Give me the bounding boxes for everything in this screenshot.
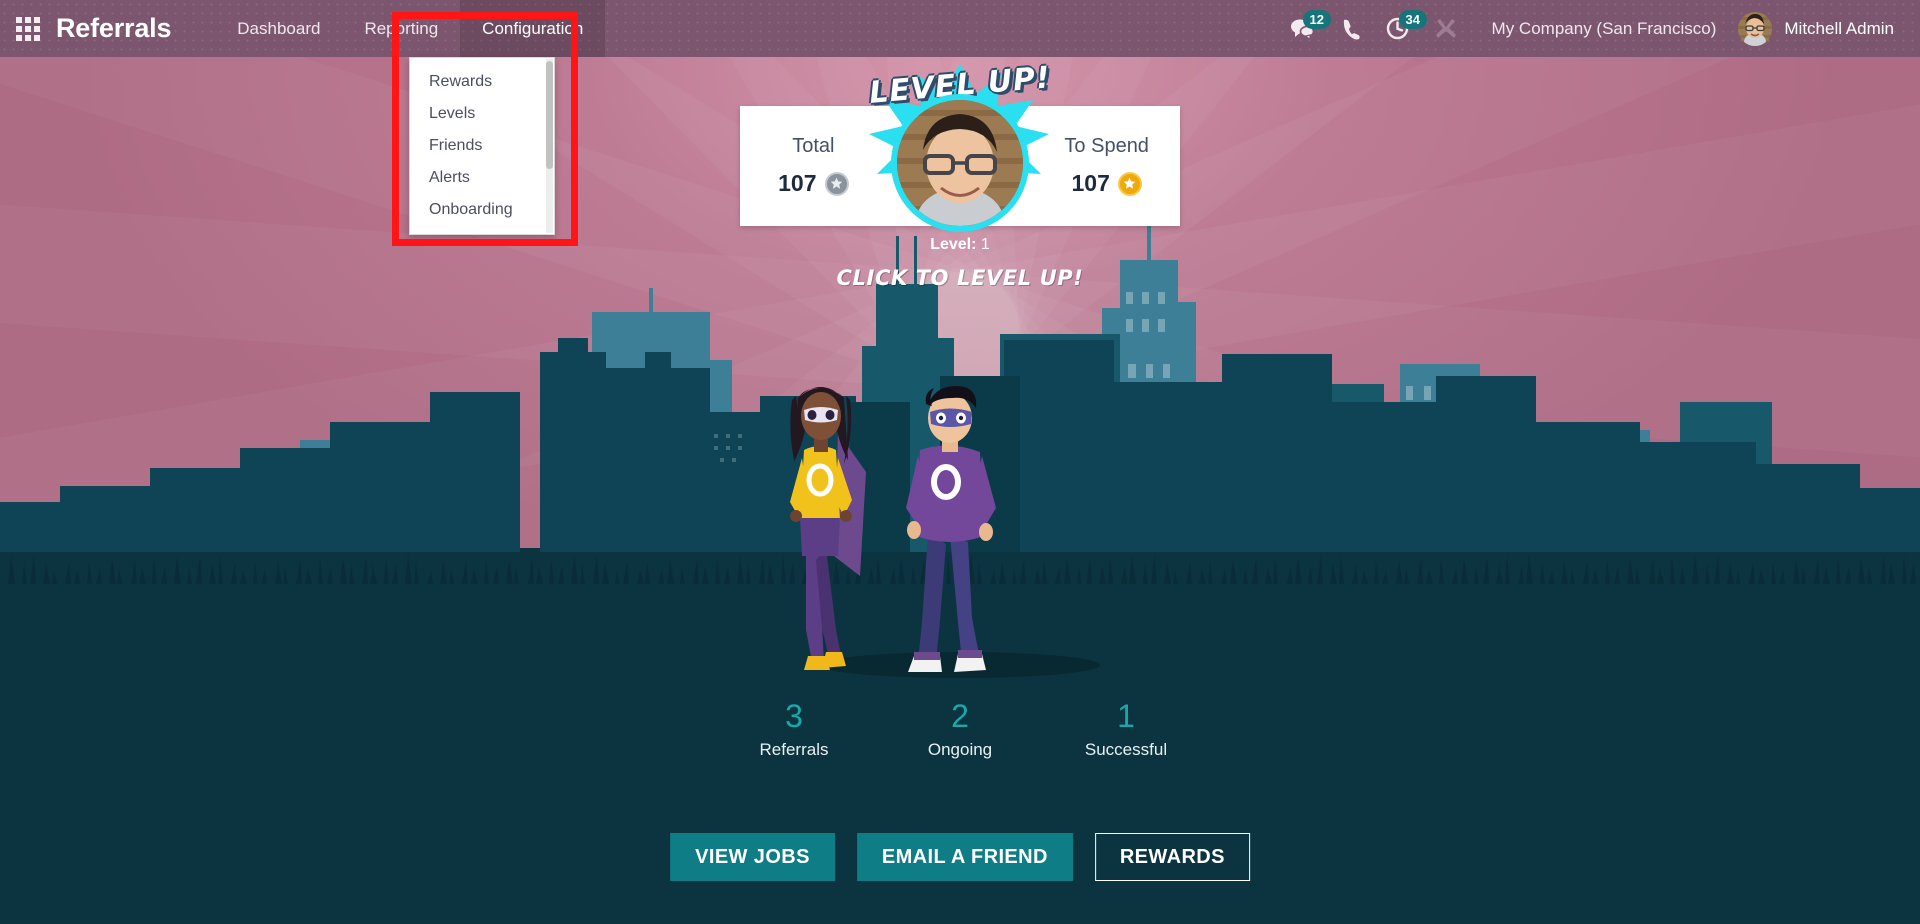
- building: [150, 468, 246, 552]
- avatar: [1738, 11, 1773, 46]
- building: [1850, 488, 1920, 552]
- stat-ongoing-label: Ongoing: [927, 739, 993, 759]
- building: [60, 486, 156, 552]
- nav-item-reporting[interactable]: Reporting: [342, 0, 460, 57]
- menu-item-onboarding[interactable]: Onboarding: [410, 194, 554, 226]
- level-indicator: Level: 1: [930, 236, 990, 254]
- level-prefix: Level:: [930, 236, 977, 253]
- action-buttons: VIEW JOBS EMAIL A FRIEND REWARDS: [670, 833, 1250, 881]
- building: [240, 448, 332, 552]
- view-jobs-button[interactable]: VIEW JOBS: [670, 833, 835, 881]
- stat-ongoing-number: 2: [951, 698, 969, 734]
- stat-successful[interactable]: 1 Successful: [1043, 698, 1209, 760]
- menu-item-friends[interactable]: Friends: [410, 130, 554, 162]
- building: [1636, 442, 1756, 552]
- menu-item-levels[interactable]: Levels: [410, 98, 554, 130]
- building: [1326, 402, 1444, 552]
- apps-grid-icon[interactable]: [0, 0, 56, 57]
- hero-character-female: [760, 380, 880, 670]
- total-value: 107: [778, 170, 817, 196]
- phone-icon[interactable]: [1327, 0, 1373, 57]
- stat-referrals[interactable]: 3 Referrals: [711, 698, 877, 760]
- stat-successful-label: Successful: [1084, 739, 1168, 759]
- building: [700, 412, 760, 552]
- level-value: 1: [980, 236, 990, 253]
- stat-successful-number: 1: [1117, 698, 1135, 734]
- gold-star-coin-icon: [1117, 171, 1142, 196]
- stat-referrals-number: 3: [785, 698, 803, 734]
- click-to-level-up-label[interactable]: CLICK TO LEVEL UP!: [837, 266, 1084, 290]
- building: [1436, 376, 1536, 552]
- building: [1004, 340, 1114, 552]
- top-navbar: Referrals Dashboard Reporting Configurat…: [0, 0, 1920, 57]
- menu-item-alerts[interactable]: Alerts: [410, 162, 554, 194]
- email-a-friend-button[interactable]: EMAIL A FRIEND: [856, 833, 1073, 881]
- building: [606, 352, 710, 552]
- stat-ongoing[interactable]: 2 Ongoing: [877, 698, 1043, 760]
- building: [1222, 354, 1332, 552]
- app-brand-title[interactable]: Referrals: [56, 13, 171, 44]
- stat-referrals-label: Referrals: [759, 739, 829, 759]
- nav-item-configuration[interactable]: Configuration: [460, 0, 606, 57]
- configuration-dropdown: Rewards Levels Friends Alerts Onboarding: [409, 57, 555, 235]
- dropdown-scrollbar[interactable]: [546, 59, 553, 233]
- building: [430, 392, 520, 552]
- building: [330, 422, 430, 552]
- tools-icon[interactable]: [1422, 0, 1470, 57]
- building: [1750, 464, 1860, 552]
- referrals-dashboard: Referrals Dashboard Reporting Configurat…: [0, 0, 1920, 924]
- user-name-label: Mitchell Admin: [1784, 18, 1894, 38]
- building: [1530, 422, 1640, 552]
- building: [1106, 382, 1226, 552]
- level-up-avatar-button[interactable]: [891, 94, 1029, 232]
- level-panel: LEVEL UP! Total 107 To Spend 107 Level: …: [740, 60, 1180, 290]
- user-menu[interactable]: Mitchell Admin: [1738, 11, 1920, 46]
- to-spend-value: 107: [1071, 170, 1110, 196]
- rewards-button[interactable]: REWARDS: [1094, 833, 1250, 881]
- nav-item-dashboard[interactable]: Dashboard: [215, 0, 342, 57]
- menu-item-rewards[interactable]: Rewards: [410, 66, 554, 98]
- company-selector[interactable]: My Company (San Francisco): [1470, 19, 1739, 39]
- referral-stats: 3 Referrals 2 Ongoing 1 Successful: [711, 698, 1209, 760]
- activities-clock-icon[interactable]: 34: [1373, 0, 1428, 57]
- messages-icon[interactable]: 12: [1277, 0, 1332, 57]
- building: [0, 502, 66, 552]
- building: [540, 338, 606, 552]
- hero-character-male: [888, 384, 1018, 684]
